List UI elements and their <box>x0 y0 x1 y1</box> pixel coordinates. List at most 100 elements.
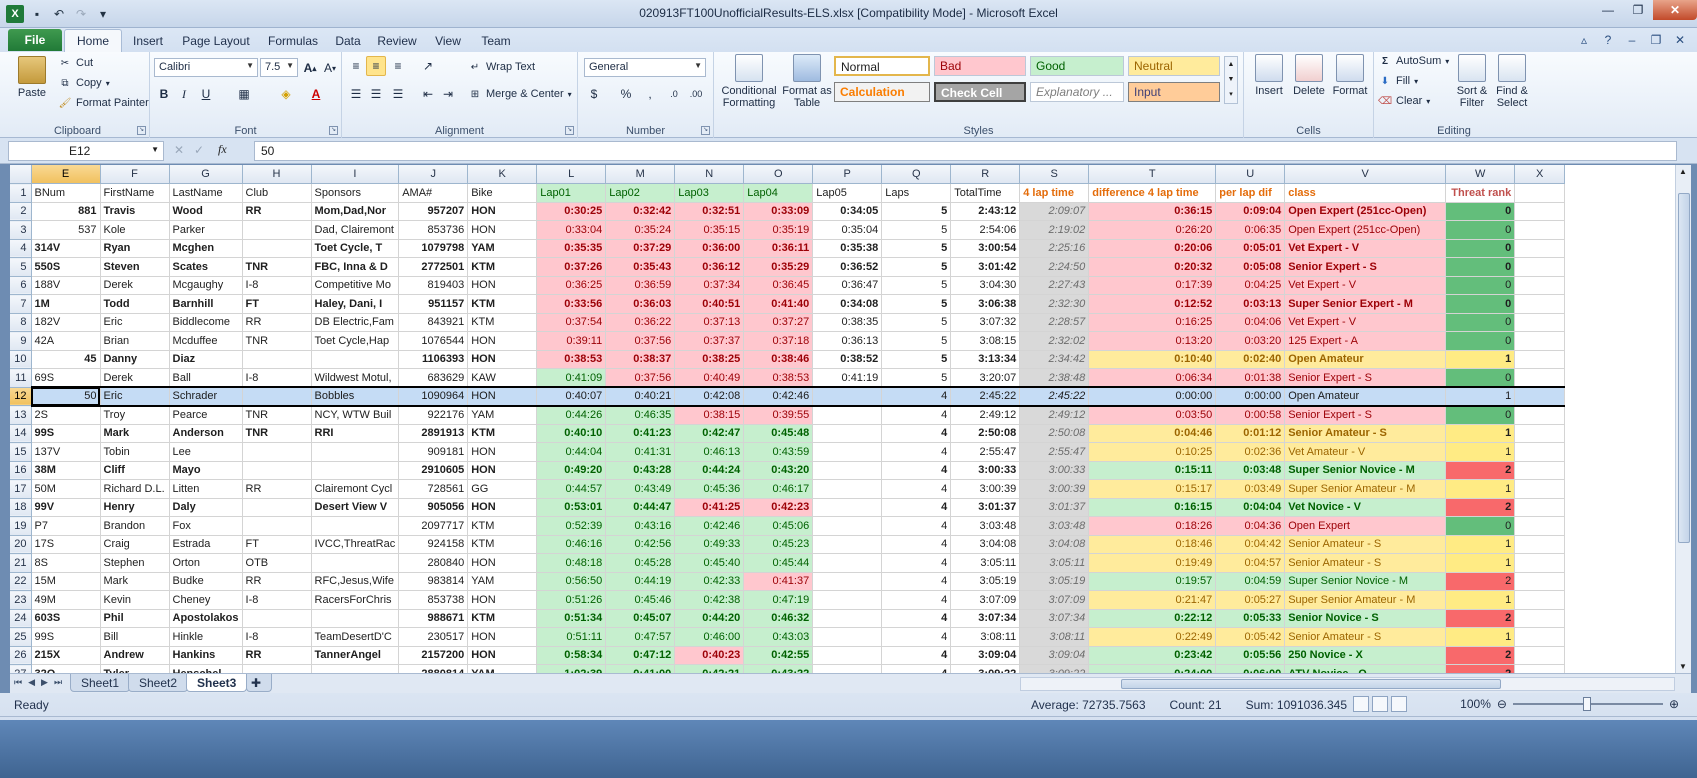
align-top-icon[interactable]: ≡ <box>346 56 366 76</box>
cell-g1[interactable]: LastName <box>169 183 243 203</box>
cell-q25[interactable]: 4 <box>881 627 952 647</box>
cell-t14[interactable]: 0:04:46 <box>1088 424 1217 443</box>
cell-e9[interactable]: 42A <box>31 331 101 351</box>
cell-t17[interactable]: 0:15:17 <box>1088 479 1217 499</box>
cell-p24[interactable] <box>812 609 883 628</box>
cell-m6[interactable]: 0:36:59 <box>605 276 676 295</box>
column-header-o[interactable]: O <box>743 165 814 184</box>
cell-r8[interactable]: 3:07:32 <box>950 313 1021 332</box>
cell-r6[interactable]: 3:04:30 <box>950 276 1021 295</box>
cell-k9[interactable]: HON <box>467 331 538 351</box>
cell-t10[interactable]: 0:10:40 <box>1088 350 1217 369</box>
row-header[interactable]: 23 <box>10 590 32 610</box>
cell-k27[interactable]: YAM <box>467 664 538 673</box>
cell-s8[interactable]: 2:28:57 <box>1019 313 1090 332</box>
row-header[interactable]: 18 <box>10 498 32 517</box>
cell-r13[interactable]: 2:49:12 <box>950 405 1021 425</box>
cell-k12[interactable]: HON <box>467 386 538 407</box>
cell-p5[interactable]: 0:36:52 <box>812 257 883 277</box>
cell-s5[interactable]: 2:24:50 <box>1019 257 1090 277</box>
cell-w17[interactable]: 1 <box>1445 479 1516 499</box>
cell-q5[interactable]: 5 <box>881 257 952 277</box>
cell-w15[interactable]: 1 <box>1445 442 1516 462</box>
copy-button[interactable]: ⧉ Copy ▾ <box>58 74 109 92</box>
cell-k23[interactable]: HON <box>467 590 538 610</box>
cell-o19[interactable]: 0:45:06 <box>743 516 814 536</box>
cell-g5[interactable]: Scates <box>169 257 243 277</box>
cell-s17[interactable]: 3:00:39 <box>1019 479 1090 499</box>
cell-q9[interactable]: 5 <box>881 331 952 351</box>
cell-e16[interactable]: 38M <box>31 461 101 480</box>
italic-icon[interactable]: I <box>174 84 194 104</box>
help-icon[interactable]: ? <box>1599 31 1617 49</box>
row-header[interactable]: 7 <box>10 294 32 314</box>
cell-h3[interactable] <box>242 220 312 240</box>
row-header[interactable]: 11 <box>10 368 32 388</box>
cell-m10[interactable]: 0:38:37 <box>605 350 676 369</box>
cell-w18[interactable]: 2 <box>1445 498 1516 517</box>
cell-s12[interactable]: 2:45:22 <box>1019 386 1090 407</box>
cell-p19[interactable] <box>812 516 883 536</box>
tab-page-layout[interactable]: Page Layout <box>174 29 258 52</box>
cell-o20[interactable]: 0:45:23 <box>743 535 814 554</box>
cell-q14[interactable]: 4 <box>881 424 952 443</box>
cell-s9[interactable]: 2:32:02 <box>1019 331 1090 351</box>
cell-p27[interactable] <box>812 664 883 673</box>
cell-i17[interactable]: Clairemont Cycl <box>311 479 400 499</box>
cell-n12[interactable]: 0:42:08 <box>674 386 745 407</box>
column-header-w[interactable]: W <box>1445 165 1516 184</box>
cell-n8[interactable]: 0:37:13 <box>674 313 745 332</box>
cell-v14[interactable]: Senior Amateur - S <box>1284 424 1447 443</box>
cell-h16[interactable] <box>242 461 312 480</box>
cell-f24[interactable]: Phil <box>100 609 170 628</box>
column-header-v[interactable]: V <box>1284 165 1447 184</box>
cell-v11[interactable]: Senior Expert - S <box>1284 368 1447 388</box>
cell-q11[interactable]: 5 <box>881 368 952 388</box>
zoom-slider[interactable] <box>1512 697 1663 711</box>
cell-p14[interactable] <box>812 424 883 443</box>
cell-i10[interactable] <box>311 350 400 369</box>
cell-m7[interactable]: 0:36:03 <box>605 294 676 314</box>
cell-n21[interactable]: 0:45:40 <box>674 553 745 573</box>
cell-w11[interactable]: 0 <box>1445 368 1516 388</box>
cell-o15[interactable]: 0:43:59 <box>743 442 814 462</box>
cell-u27[interactable]: 0:06:00 <box>1215 664 1286 673</box>
row-header[interactable]: 21 <box>10 553 32 573</box>
cell-i23[interactable]: RacersForChris <box>311 590 400 610</box>
cell-h15[interactable] <box>242 442 312 462</box>
align-left-icon[interactable]: ☰ <box>346 84 366 104</box>
cell-r5[interactable]: 3:01:42 <box>950 257 1021 277</box>
cell-w13[interactable]: 0 <box>1445 405 1516 425</box>
cell-u8[interactable]: 0:04:06 <box>1215 313 1286 332</box>
decrease-indent-icon[interactable]: ⇤ <box>418 84 438 104</box>
cell-r2[interactable]: 2:43:12 <box>950 202 1021 221</box>
cell-m15[interactable]: 0:41:31 <box>605 442 676 462</box>
cell-j11[interactable]: 683629 <box>398 368 469 388</box>
row-header[interactable]: 5 <box>10 257 32 277</box>
cell-p7[interactable]: 0:34:08 <box>812 294 883 314</box>
cell-v13[interactable]: Senior Expert - S <box>1284 405 1447 425</box>
cell-l11[interactable]: 0:41:09 <box>536 368 607 388</box>
cell-w16[interactable]: 2 <box>1445 461 1516 480</box>
cell-o6[interactable]: 0:36:45 <box>743 276 814 295</box>
row-header[interactable]: 6 <box>10 276 32 295</box>
cell-g26[interactable]: Hankins <box>169 646 243 665</box>
tab-team[interactable]: Team <box>472 29 520 52</box>
formula-input[interactable]: 50 <box>254 141 1677 161</box>
cell-g15[interactable]: Lee <box>169 442 243 462</box>
cell-e2[interactable]: 881 <box>31 202 101 221</box>
style-check-cell[interactable]: Check Cell <box>934 82 1026 102</box>
cell-n6[interactable]: 0:37:34 <box>674 276 745 295</box>
cell-n22[interactable]: 0:42:33 <box>674 572 745 591</box>
cell-m24[interactable]: 0:45:07 <box>605 609 676 628</box>
cell-k16[interactable]: HON <box>467 461 538 480</box>
sort-filter-button[interactable]: Sort & Filter <box>1452 54 1492 109</box>
cell-i26[interactable]: TannerAngel <box>311 646 400 665</box>
cell-f12[interactable]: Eric <box>100 386 170 407</box>
row-header[interactable]: 9 <box>10 331 32 351</box>
cell-u21[interactable]: 0:04:57 <box>1215 553 1286 573</box>
normal-view-icon[interactable] <box>1353 696 1369 712</box>
cell-u16[interactable]: 0:03:48 <box>1215 461 1286 480</box>
cell-o24[interactable]: 0:46:32 <box>743 609 814 628</box>
cell-s27[interactable]: 3:09:22 <box>1019 664 1090 673</box>
